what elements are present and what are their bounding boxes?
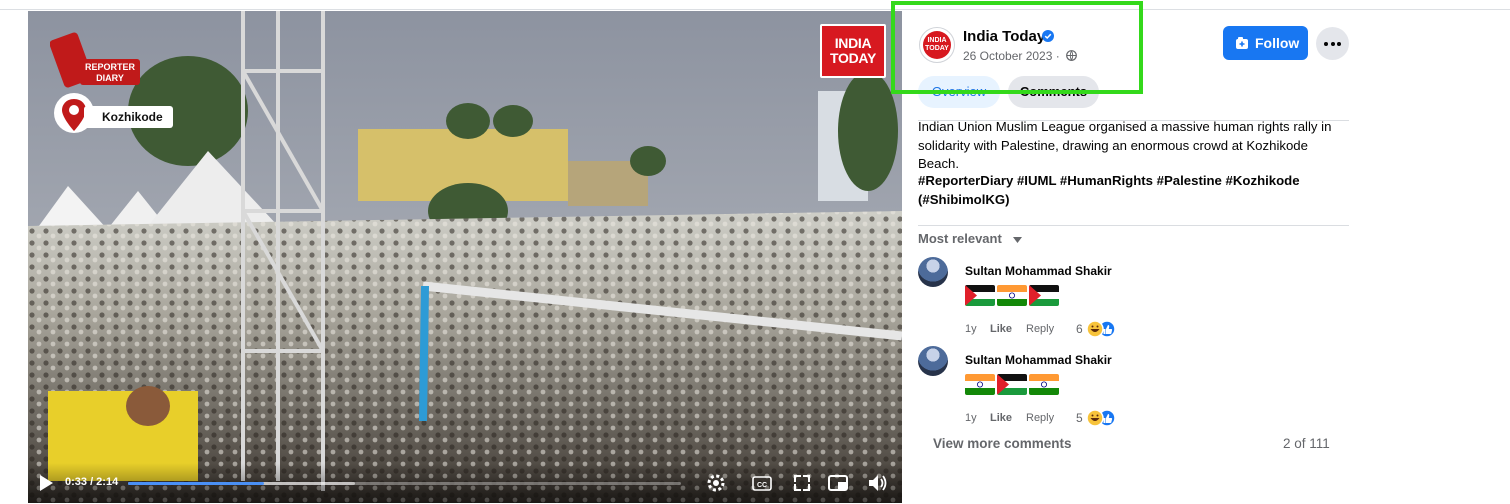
captions-icon[interactable]: CC	[751, 472, 773, 494]
palestine-flag-icon	[1029, 285, 1059, 306]
svg-text:CC: CC	[757, 482, 767, 489]
comment-age[interactable]: 1y	[965, 323, 977, 335]
comments-divider	[918, 225, 1349, 226]
chevron-down-icon[interactable]	[1013, 237, 1022, 243]
post-description: Indian Union Muslim League organised a m…	[918, 119, 1332, 171]
picture-in-picture-icon[interactable]	[827, 472, 849, 494]
reaction-icons[interactable]	[1085, 409, 1117, 427]
more-dot-icon	[1337, 42, 1341, 46]
reporter-diary-line-1: REPORTER	[85, 62, 136, 72]
play-icon[interactable]	[38, 474, 54, 492]
channel-logo-line-1: INDIA	[834, 35, 872, 51]
highlight-box	[891, 1, 1143, 94]
location-label: Kozhikode	[84, 106, 173, 128]
comment-like-button[interactable]: Like	[990, 323, 1012, 335]
volume-icon[interactable]	[866, 472, 888, 494]
follow-label: Follow	[1255, 35, 1300, 51]
view-more-comments-link[interactable]: View more comments	[933, 436, 1072, 451]
time-display: 0:33 / 2:14	[65, 476, 119, 488]
video-controls: 0:33 / 2:14 CC	[28, 463, 902, 503]
follow-button[interactable]: Follow	[1223, 26, 1308, 60]
fullscreen-icon[interactable]	[791, 472, 813, 494]
reaction-count[interactable]: 5	[1076, 411, 1083, 425]
more-dot-icon	[1330, 42, 1335, 46]
video-frame	[28, 11, 902, 503]
comment-like-button[interactable]: Like	[990, 412, 1012, 424]
settings-icon[interactable]	[705, 472, 727, 494]
comment-author[interactable]: Sultan Mohammad Shakir	[965, 353, 1112, 367]
reaction-icons[interactable]	[1085, 320, 1117, 338]
comment-avatar[interactable]	[918, 257, 948, 287]
india-today-channel-logo: INDIA TODAY	[820, 24, 886, 78]
more-options-button[interactable]	[1316, 27, 1349, 60]
comment-count: 2 of 111	[1283, 436, 1330, 451]
played-bar	[128, 482, 265, 485]
india-flag-icon	[1029, 374, 1059, 395]
video-player[interactable]: REPORTER DIARY Kozhikode INDIA TODAY 0:3…	[28, 11, 902, 503]
india-flag-icon	[997, 285, 1027, 306]
reporter-diary-line-2: DIARY	[96, 73, 124, 83]
india-flag-icon	[965, 374, 995, 395]
comment-avatar[interactable]	[918, 346, 948, 376]
progress-bar[interactable]	[128, 482, 681, 485]
comment-age[interactable]: 1y	[965, 412, 977, 424]
comment-reply-button[interactable]: Reply	[1026, 412, 1054, 424]
reporter-diary-logo: REPORTER DIARY	[50, 32, 140, 88]
channel-logo-line-2: TODAY	[830, 50, 876, 66]
reaction-count[interactable]: 6	[1076, 322, 1083, 336]
follow-page-icon	[1236, 37, 1248, 49]
palestine-flag-icon	[997, 374, 1027, 395]
post-hashtags[interactable]: #ReporterDiary #IUML #HumanRights #Pales…	[918, 172, 1350, 209]
top-divider	[0, 9, 1510, 10]
comment-reply-button[interactable]: Reply	[1026, 323, 1054, 335]
comment-author[interactable]: Sultan Mohammad Shakir	[965, 264, 1112, 278]
more-dot-icon	[1324, 42, 1328, 46]
palestine-flag-icon	[965, 285, 995, 306]
sort-comments-dropdown[interactable]: Most relevant	[918, 231, 1002, 246]
